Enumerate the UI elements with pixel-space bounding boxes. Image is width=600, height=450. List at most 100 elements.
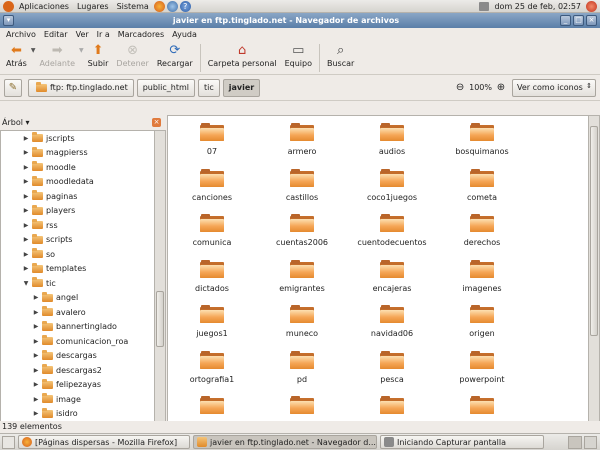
ubuntu-logo-icon[interactable] bbox=[3, 0, 14, 12]
tree-row[interactable]: ▶ image bbox=[1, 392, 154, 407]
folder-item[interactable]: juegos1 bbox=[172, 305, 252, 355]
folder-item[interactable]: pd bbox=[262, 350, 342, 401]
home-button[interactable]: ⌂ Carpeta personal bbox=[204, 41, 281, 68]
help-launcher-icon[interactable]: ? bbox=[179, 0, 191, 12]
menu-aplicaciones[interactable]: Aplicaciones bbox=[15, 0, 73, 13]
tree-row[interactable]: ▶ jscripts bbox=[1, 131, 154, 146]
expander-closed-icon[interactable]: ▶ bbox=[32, 381, 40, 388]
icon-view-scrollbar-thumb[interactable] bbox=[590, 126, 598, 336]
power-icon[interactable] bbox=[586, 1, 597, 12]
folder-item[interactable]: derechos bbox=[442, 214, 522, 264]
tree-row[interactable]: ▶ descargas2 bbox=[1, 363, 154, 378]
menu-lugares[interactable]: Lugares bbox=[73, 0, 113, 13]
minimize-button[interactable]: _ bbox=[560, 15, 571, 26]
expander-closed-icon[interactable]: ▶ bbox=[32, 294, 40, 301]
tree-row[interactable]: ▶ avalero bbox=[1, 305, 154, 320]
folder-item[interactable]: comunica bbox=[172, 214, 252, 264]
folder-item[interactable]: audios bbox=[352, 123, 432, 173]
clock[interactable]: dom 25 de feb, 02:57 bbox=[490, 0, 585, 13]
expander-open-icon[interactable]: ▼ bbox=[22, 280, 30, 287]
expander-closed-icon[interactable]: ▶ bbox=[32, 309, 40, 316]
expander-closed-icon[interactable]: ▶ bbox=[32, 410, 40, 417]
expander-closed-icon[interactable]: ▶ bbox=[32, 338, 40, 345]
path-button-javier[interactable]: javier bbox=[222, 78, 261, 97]
computer-button[interactable]: ▭ Equipo bbox=[281, 41, 316, 68]
tree-row[interactable]: ▶ scripts bbox=[1, 233, 154, 248]
folder-item[interactable]: navidad06 bbox=[352, 305, 432, 355]
tree-scrollbar-thumb[interactable] bbox=[156, 291, 164, 347]
titlebar[interactable]: ▾ javier en ftp.tinglado.net - Navegador… bbox=[0, 13, 600, 28]
up-button[interactable]: ⬆ Subir bbox=[84, 41, 113, 68]
expander-closed-icon[interactable]: ▶ bbox=[22, 178, 30, 185]
workspace-switcher[interactable] bbox=[568, 435, 582, 449]
tree-row[interactable]: ▶ magpierss bbox=[1, 146, 154, 161]
tree-row[interactable]: ▶ moodledata bbox=[1, 175, 154, 190]
forward-button[interactable]: ➡ Adelante bbox=[35, 41, 79, 68]
icon-view-scrollbar[interactable] bbox=[589, 115, 600, 436]
folder-item[interactable]: canciones bbox=[172, 168, 252, 219]
path-button-tic[interactable]: tic bbox=[198, 78, 220, 97]
tree-row[interactable]: ▶ players bbox=[1, 204, 154, 219]
folder-item[interactable]: coco1juegos bbox=[352, 168, 432, 219]
mail-launcher-icon[interactable] bbox=[166, 0, 178, 12]
trash-icon[interactable] bbox=[584, 435, 597, 449]
folder-item[interactable]: dictados bbox=[172, 259, 252, 310]
taskbar-item-screenshot[interactable]: Iniciando Capturar pantalla bbox=[380, 435, 544, 449]
stop-button[interactable]: ⊗ Detener bbox=[112, 41, 152, 68]
folder-item[interactable]: 07 bbox=[172, 123, 252, 173]
tree-row[interactable]: ▶ felipezayas bbox=[1, 378, 154, 393]
search-button[interactable]: ⌕ Buscar bbox=[323, 41, 358, 68]
expander-closed-icon[interactable]: ▶ bbox=[22, 251, 30, 258]
taskbar-item-firefox[interactable]: [Páginas dispersas - Mozilla Firefox] bbox=[18, 435, 190, 449]
menu-sistema[interactable]: Sistema bbox=[113, 0, 153, 13]
firefox-launcher-icon[interactable] bbox=[153, 0, 165, 12]
expander-closed-icon[interactable]: ▶ bbox=[32, 367, 40, 374]
folder-item[interactable]: imagenes bbox=[442, 259, 522, 310]
expander-closed-icon[interactable]: ▶ bbox=[22, 135, 30, 142]
tree-row[interactable]: ▶ so bbox=[1, 247, 154, 262]
tree-row[interactable]: ▶ isidro bbox=[1, 407, 154, 422]
menu-archivo[interactable]: Archivo bbox=[2, 28, 40, 41]
folder-item[interactable]: encajeras bbox=[352, 259, 432, 310]
zoom-in-icon[interactable]: ⊕ bbox=[494, 81, 508, 95]
tree-row[interactable]: ▶ bannertinglado bbox=[1, 320, 154, 335]
expander-closed-icon[interactable]: ▶ bbox=[22, 193, 30, 200]
tree-row[interactable]: ▶ paginas bbox=[1, 189, 154, 204]
tree-row[interactable]: ▼ tic bbox=[1, 276, 154, 291]
path-button-ftp[interactable]: ftp: ftp.tinglado.net bbox=[28, 78, 134, 97]
menu-marcadores[interactable]: Marcadores bbox=[114, 28, 168, 41]
tree-scrollbar[interactable] bbox=[155, 130, 166, 436]
menu-ir-a[interactable]: Ir a bbox=[93, 28, 114, 41]
folder-item[interactable]: castillos bbox=[262, 168, 342, 219]
folder-item[interactable]: armero bbox=[262, 123, 342, 173]
maximize-button[interactable]: □ bbox=[573, 15, 584, 26]
folder-item[interactable]: origen bbox=[442, 305, 522, 355]
expander-closed-icon[interactable]: ▶ bbox=[22, 164, 30, 171]
close-button[interactable]: × bbox=[586, 15, 597, 26]
expander-closed-icon[interactable]: ▶ bbox=[22, 207, 30, 214]
menu-ayuda[interactable]: Ayuda bbox=[168, 28, 201, 41]
zoom-out-icon[interactable]: ⊖ bbox=[453, 81, 467, 95]
close-side-pane-icon[interactable]: × bbox=[152, 118, 161, 127]
tree-row[interactable]: ▶ moodle bbox=[1, 160, 154, 175]
folder-item[interactable]: emigrantes bbox=[262, 259, 342, 310]
expander-closed-icon[interactable]: ▶ bbox=[32, 396, 40, 403]
expander-closed-icon[interactable]: ▶ bbox=[22, 265, 30, 272]
expander-closed-icon[interactable]: ▶ bbox=[32, 323, 40, 330]
folder-item[interactable]: cometa bbox=[442, 168, 522, 219]
tree-row[interactable]: ▶ rss bbox=[1, 218, 154, 233]
reload-button[interactable]: ⟳ Recargar bbox=[153, 41, 197, 68]
folder-item[interactable]: muneco bbox=[262, 305, 342, 355]
folder-item[interactable]: cuentodecuentos bbox=[352, 214, 432, 264]
expander-closed-icon[interactable]: ▶ bbox=[22, 236, 30, 243]
path-button-public-html[interactable]: public_html bbox=[136, 78, 195, 97]
folder-item[interactable]: ortografia1 bbox=[172, 350, 252, 401]
side-pane-selector[interactable]: Árbol ▾ bbox=[2, 118, 30, 127]
folder-item[interactable]: bosquimanos bbox=[442, 123, 522, 173]
expander-closed-icon[interactable]: ▶ bbox=[22, 149, 30, 156]
network-icon[interactable] bbox=[479, 2, 490, 11]
taskbar-item-file-browser[interactable]: javier en ftp.tinglado.net - Navegador d… bbox=[193, 435, 377, 449]
folder-item[interactable]: pesca bbox=[352, 350, 432, 401]
view-mode-select[interactable]: Ver como iconos ⇕ bbox=[512, 78, 596, 97]
expander-closed-icon[interactable]: ▶ bbox=[32, 352, 40, 359]
